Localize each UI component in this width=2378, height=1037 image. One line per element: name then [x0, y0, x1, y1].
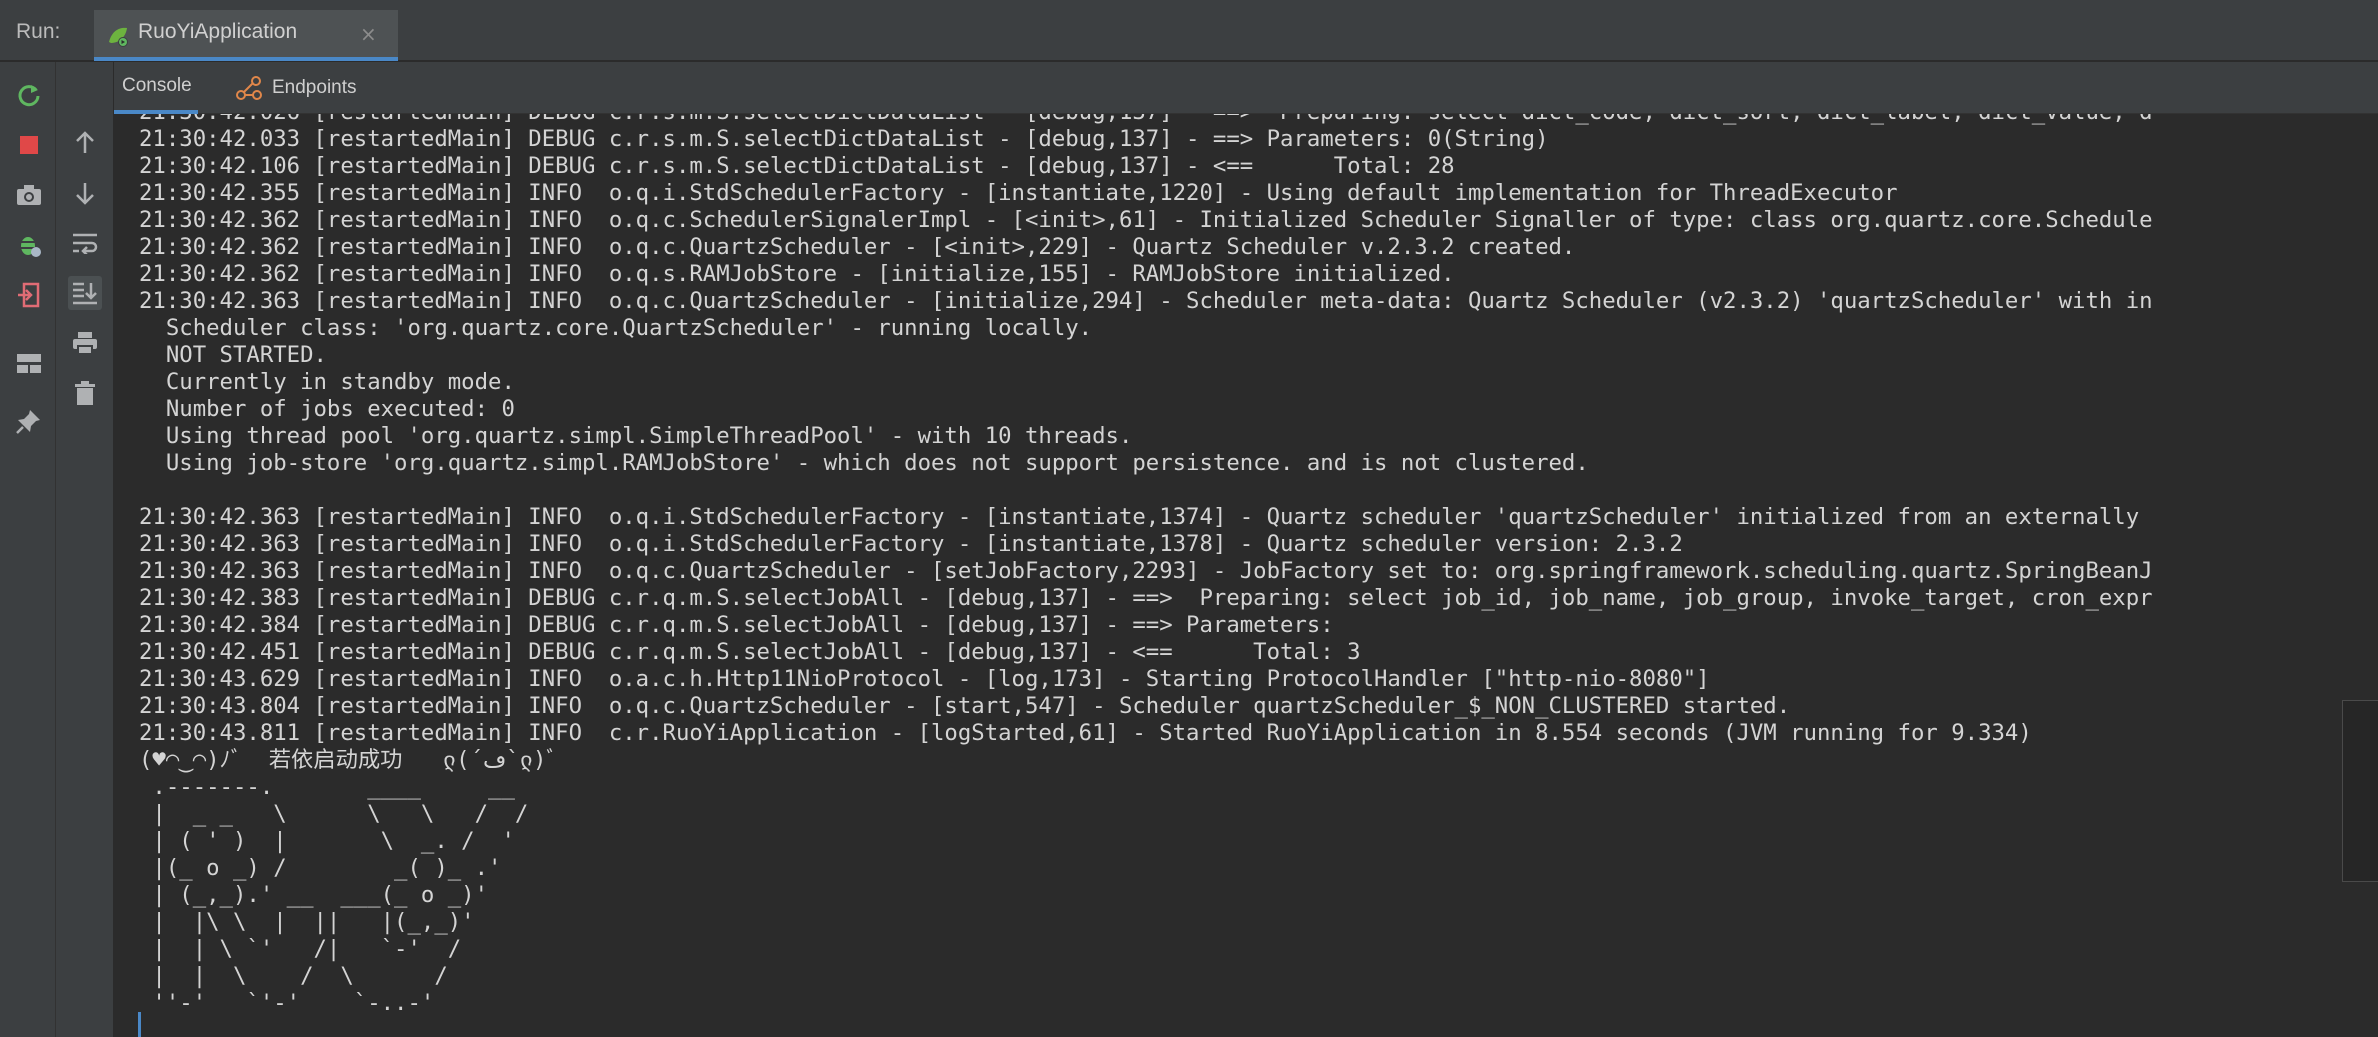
- log-line: Currently in standby mode.: [139, 369, 515, 395]
- trash-icon[interactable]: [68, 376, 102, 410]
- rerun-icon[interactable]: [12, 78, 46, 112]
- run-toolbar: Run: RuoYiApplication ×: [0, 10, 2378, 61]
- log-line: NOT STARTED.: [139, 342, 327, 368]
- print-icon[interactable]: [68, 326, 102, 360]
- log-line: Number of jobs executed: 0: [139, 396, 515, 422]
- log-line: 21:30:42.362 [restartedMain] INFO o.q.c.…: [139, 207, 2153, 233]
- text-caret: [138, 1012, 141, 1037]
- log-line: 21:30:42.362 [restartedMain] INFO o.q.s.…: [139, 261, 1455, 287]
- tab-endpoints[interactable]: Endpoints: [236, 62, 357, 114]
- debug-icon[interactable]: [12, 228, 46, 262]
- banner-line: | | \ / \ /: [139, 963, 448, 989]
- spring-app-icon: [109, 27, 128, 47]
- exit-icon[interactable]: [12, 278, 46, 312]
- log-line: 21:30:42.355 [restartedMain] INFO o.q.i.…: [139, 180, 1898, 206]
- log-line: 21:30:42.033 [restartedMain] DEBUG c.r.s…: [139, 126, 1549, 152]
- log-line: 21:30:43.804 [restartedMain] INFO o.q.c.…: [139, 693, 1791, 719]
- banner-line: | (_,_).' __ ___(_ o _)': [139, 882, 489, 908]
- run-tab-ruoyi[interactable]: RuoYiApplication ×: [94, 10, 398, 61]
- banner-line: | | \ `' /| `-' /: [139, 936, 462, 962]
- scroll-to-end-icon[interactable]: [68, 276, 102, 310]
- log-line: 21:30:42.106 [restartedMain] DEBUG c.r.s…: [139, 153, 1455, 179]
- side-panel-edge: [2342, 700, 2378, 882]
- banner-line: ''-' `'-' `-..-': [139, 990, 435, 1016]
- log-line: 21:30:43.629 [restartedMain] INFO o.a.c.…: [139, 666, 1710, 692]
- close-icon[interactable]: ×: [360, 22, 377, 46]
- log-line: Using job-store 'org.quartz.simpl.RAMJob…: [139, 450, 1589, 476]
- run-actions-toolbar: [0, 62, 56, 1037]
- pin-icon[interactable]: [12, 404, 46, 438]
- banner-line: | ( ' ) | \ _. / ': [139, 828, 515, 854]
- banner-line: .-------. ____ __: [139, 774, 515, 800]
- tab-endpoints-label: Endpoints: [272, 77, 357, 98]
- console-tab-bar: Console Endpoints: [60, 62, 2378, 114]
- banner-line: | _ _ \ \ \ / /: [139, 801, 529, 827]
- banner-line: |(_ o _) / _( )_ .': [139, 855, 502, 881]
- layout-icon[interactable]: [12, 346, 46, 380]
- log-text: 21:30:42.026 [restartedMain] DEBUG c.r.s…: [139, 114, 2153, 1017]
- log-line: 21:30:43.811 [restartedMain] INFO c.r.Ru…: [139, 720, 2032, 746]
- log-line: 21:30:42.384 [restartedMain] DEBUG c.r.q…: [139, 612, 1348, 638]
- console-output[interactable]: 21:30:42.026 [restartedMain] DEBUG c.r.s…: [114, 114, 2378, 1037]
- down-arrow-icon[interactable]: [68, 176, 102, 210]
- log-line: 21:30:42.363 [restartedMain] INFO o.q.c.…: [139, 288, 2153, 314]
- stop-icon[interactable]: [12, 128, 46, 162]
- log-line: 21:30:42.363 [restartedMain] INFO o.q.i.…: [139, 504, 2140, 530]
- camera-icon[interactable]: [12, 178, 46, 212]
- endpoints-icon: [236, 76, 262, 100]
- log-line: 21:30:42.026 [restartedMain] DEBUG c.r.s…: [139, 114, 2153, 126]
- log-line: 21:30:42.363 [restartedMain] INFO o.q.i.…: [139, 531, 1683, 557]
- log-line: Using thread pool 'org.quartz.simpl.Simp…: [139, 423, 1133, 449]
- run-label: Run:: [16, 20, 61, 43]
- log-line: 21:30:42.383 [restartedMain] DEBUG c.r.q…: [139, 585, 2153, 611]
- console-toolbar: [56, 62, 114, 1037]
- banner-line: | |\ \ | || |(_,_)': [139, 909, 475, 935]
- run-tab-title: RuoYiApplication: [138, 20, 298, 43]
- log-line: 21:30:42.362 [restartedMain] INFO o.q.c.…: [139, 234, 1576, 260]
- log-line: 21:30:42.451 [restartedMain] DEBUG c.r.q…: [139, 639, 1361, 665]
- up-arrow-icon[interactable]: [68, 126, 102, 160]
- log-line: (♥◠‿◠)ﾉﾞ 若依启动成功 ლ(´ڡ`ლ)ﾞ: [139, 747, 558, 773]
- tab-console-label: Console: [122, 75, 192, 96]
- soft-wrap-icon[interactable]: [68, 226, 102, 260]
- log-line: 21:30:42.363 [restartedMain] INFO o.q.c.…: [139, 558, 2153, 584]
- log-line: Scheduler class: 'org.quartz.core.Quartz…: [139, 315, 1093, 341]
